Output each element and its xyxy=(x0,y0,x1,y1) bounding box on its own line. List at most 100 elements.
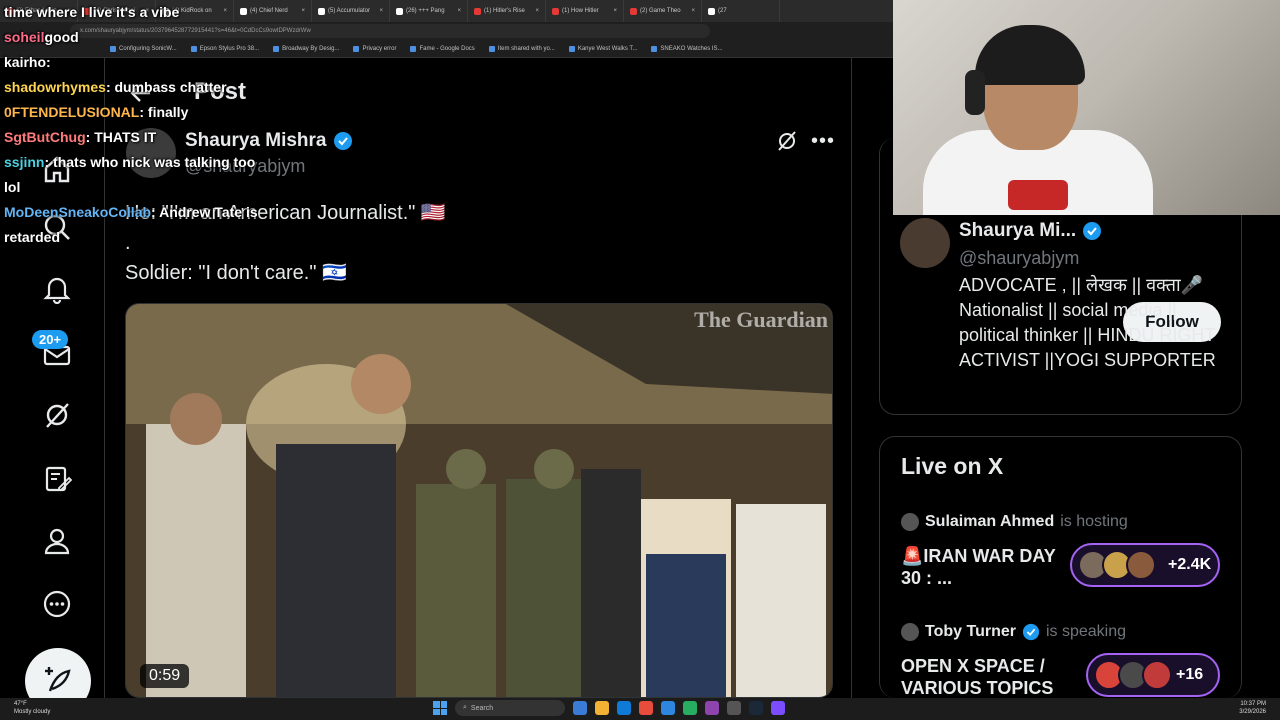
nav-profile[interactable] xyxy=(38,522,76,560)
edge-icon[interactable] xyxy=(617,701,631,715)
bookmark[interactable]: Kanye West Walks T... xyxy=(568,45,637,52)
space-title[interactable]: OPEN X SPACE / VARIOUS TOPICS xyxy=(901,655,1071,699)
notification-badge: 20+ xyxy=(32,330,69,349)
windows-start-icon[interactable] xyxy=(433,701,447,715)
chat-message: kairho: xyxy=(4,54,51,70)
chat-message: SgtButChug: THATS IT xyxy=(4,129,157,145)
host-avatar xyxy=(901,623,919,641)
task-view-icon[interactable] xyxy=(573,701,587,715)
bell-icon xyxy=(43,277,71,304)
person-icon xyxy=(44,528,70,555)
bookmark[interactable]: Item shared with yo... xyxy=(488,45,555,52)
vscode-icon[interactable] xyxy=(661,701,675,715)
x-icon xyxy=(708,7,715,15)
system-clock[interactable]: 10:37 PM 3/29/2026 xyxy=(1239,700,1266,716)
bookmark-icon xyxy=(651,45,658,52)
close-tab-icon[interactable]: × xyxy=(457,8,461,14)
browser-tab[interactable]: (26) +++ Pang × xyxy=(390,0,468,22)
bookmark-icon xyxy=(353,45,360,52)
listener-avatar xyxy=(1126,550,1156,580)
shirt-logo xyxy=(1008,180,1068,210)
chat-message: ssjinn: thats who nick was talking too l… xyxy=(4,154,256,195)
space-title[interactable]: 🚨IRAN WAR DAY 30 : ... xyxy=(901,545,1071,589)
post-video[interactable]: The Guardian 0:59 xyxy=(125,303,833,698)
close-tab-icon[interactable]: × xyxy=(691,8,695,14)
browser-tab[interactable]: (1) Hitler's Rise × xyxy=(468,0,546,22)
profile-bio: ADVOCATE , || लेखक || वक्ता🎤 Nationalist… xyxy=(959,275,1216,370)
host-avatar xyxy=(901,513,919,531)
browser-tab[interactable]: (5) Accumulator × xyxy=(312,0,390,22)
close-tab-icon[interactable]: × xyxy=(301,8,305,14)
chat-message: shadowrhymes: dumbass chatter xyxy=(4,79,227,95)
chrome-icon[interactable] xyxy=(639,701,653,715)
bookmark-icon xyxy=(488,45,495,52)
youtube-icon xyxy=(474,7,481,15)
compose-list-icon xyxy=(45,466,72,492)
taskbar: 47°F Mostly cloudy ⌕ Search 10:37 PM 3/29… xyxy=(0,698,1280,720)
space-host[interactable]: Sulaiman Ahmed is hosting xyxy=(901,513,1128,531)
nav-grok[interactable] xyxy=(38,396,76,434)
bookmark[interactable]: SNEAKO Watches IS... xyxy=(651,45,723,52)
xbox-icon[interactable] xyxy=(683,701,697,715)
profile-name[interactable]: Shaurya Mi... xyxy=(959,220,1102,242)
close-tab-icon[interactable]: × xyxy=(535,8,539,14)
bookmark-icon xyxy=(410,45,417,52)
close-tab-icon[interactable]: × xyxy=(613,8,617,14)
taskbar-search[interactable]: ⌕ Search xyxy=(455,700,565,716)
verified-badge-icon xyxy=(1022,623,1040,641)
space-listeners[interactable]: +16 xyxy=(1086,653,1220,697)
youtube-icon xyxy=(552,7,559,15)
more-circle-icon xyxy=(43,590,71,618)
obs-icon[interactable] xyxy=(727,701,741,715)
chat-username: SgtButChug xyxy=(4,129,86,145)
space-listeners[interactable]: +2.4K xyxy=(1070,543,1220,587)
video-duration: 0:59 xyxy=(140,664,190,688)
grok-explain-button[interactable] xyxy=(776,130,798,157)
chat-username: soheil xyxy=(4,29,45,45)
headset xyxy=(965,70,985,115)
bookmark[interactable]: Fame - Google Docs xyxy=(410,45,475,52)
bookmark[interactable]: Privacy error xyxy=(353,45,396,52)
nav-drafts[interactable] xyxy=(38,460,76,498)
browser-tab[interactable]: (2) Game Theo × xyxy=(624,0,702,22)
chat-username: shadowrhymes xyxy=(4,79,106,95)
video-frame xyxy=(126,304,832,697)
feather-plus-icon xyxy=(45,667,71,692)
live-on-x-card: Live on X Sulaiman Ahmed is hosting 🚨IRA… xyxy=(879,436,1242,698)
chat-message: time where I live it's a vibe xyxy=(4,4,180,20)
twitch-icon[interactable] xyxy=(705,701,719,715)
watermark: The Guardian xyxy=(694,307,828,332)
verified-badge-icon xyxy=(1083,222,1102,240)
grok-icon xyxy=(778,131,796,151)
nav-notifications[interactable] xyxy=(38,270,76,308)
verified-badge-icon xyxy=(333,132,352,150)
post-line: Soldier: "I don't care." 🇮🇱 xyxy=(125,262,347,284)
bookmark[interactable]: Broadway By Desig... xyxy=(273,45,339,52)
chat-username: MoDeenSneakoCollab xyxy=(4,204,152,220)
chat-username: ssjinn xyxy=(4,154,45,170)
close-tab-icon[interactable]: × xyxy=(379,8,383,14)
chat-username: 0FTENDELUSIONAL xyxy=(4,104,140,120)
profile-handle[interactable]: @shauryabjym xyxy=(959,248,1079,269)
live-section-title: Live on X xyxy=(901,453,1004,479)
nav-more[interactable] xyxy=(38,585,76,623)
browser-tab[interactable]: (27 xyxy=(702,0,780,22)
chat-message: soheilgood xyxy=(4,29,79,45)
space-host[interactable]: Toby Turner is speaking xyxy=(901,623,1126,641)
more-options-button[interactable]: ••• xyxy=(811,130,835,153)
app-icon[interactable] xyxy=(771,701,785,715)
webcam-overlay xyxy=(893,0,1280,215)
weather-widget[interactable]: 47°F Mostly cloudy xyxy=(14,700,50,716)
grok-icon xyxy=(46,403,69,428)
search-icon: ⌕ xyxy=(463,704,467,711)
bookmark-icon xyxy=(273,45,280,52)
youtube-icon xyxy=(630,7,637,15)
listener-avatar xyxy=(1142,660,1172,690)
file-explorer-icon[interactable] xyxy=(595,701,609,715)
chat-message: MoDeenSneakoCollab: Andrew Tate is retar… xyxy=(4,204,258,245)
x-icon xyxy=(318,7,325,15)
steam-icon[interactable] xyxy=(749,701,763,715)
browser-tab[interactable]: (1) How Hitler × xyxy=(546,0,624,22)
profile-avatar[interactable] xyxy=(900,218,950,268)
chat-username: kairho xyxy=(4,54,47,70)
